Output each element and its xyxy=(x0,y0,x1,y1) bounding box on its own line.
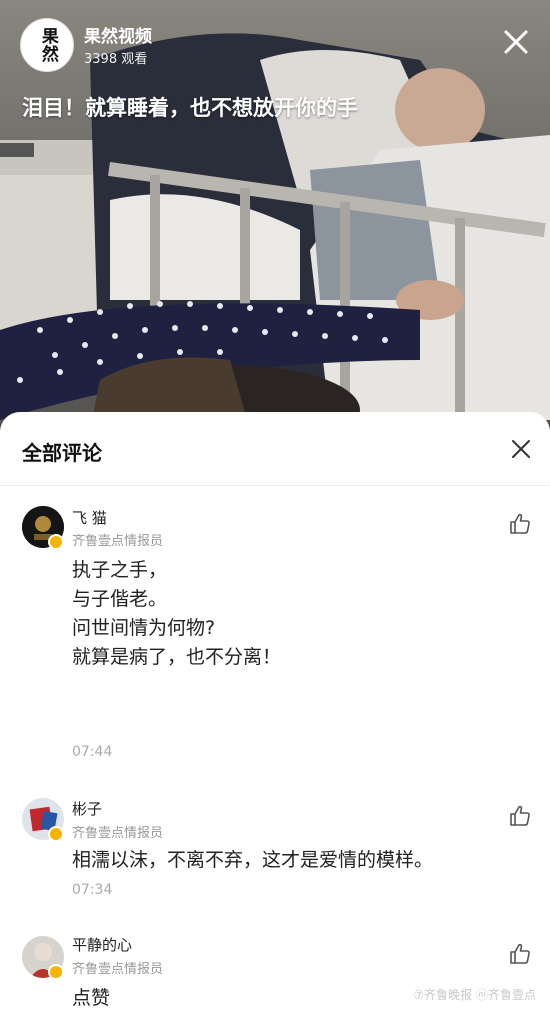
comment-line: 执子之手， xyxy=(72,559,168,581)
close-icon[interactable] xyxy=(510,438,532,460)
watermark: ⑦齐鲁晚报 ⓜ齐鲁壹点 xyxy=(413,988,536,1002)
verified-badge xyxy=(48,964,64,980)
verified-badge xyxy=(48,534,64,550)
thumbs-up-icon[interactable] xyxy=(508,942,532,966)
comment-role: 齐鲁壹点情报员 xyxy=(72,962,164,977)
comment-time: 07:44 xyxy=(72,744,113,760)
comment-item: 平静的心 齐鲁壹点情报员 点赞 xyxy=(0,932,550,1019)
comment-time: 07:34 xyxy=(72,882,113,898)
comment-text: 相濡以沫，不离不弃，这才是爱情的模样。 xyxy=(72,846,433,875)
comment-line: 与子偕老。 xyxy=(72,588,168,610)
channel-name[interactable]: 果然视频 xyxy=(84,22,152,47)
comment-item: 飞 猫 齐鲁壹点情报员 执子之手， 与子偕老。 问世间情为何物? 就算是病了，也… xyxy=(0,500,550,770)
comment-role: 齐鲁壹点情报员 xyxy=(72,534,164,549)
video-player[interactable]: 果然 果然视频 3398 观看 泪目！就算睡着，也不想放开你的手 xyxy=(0,0,550,430)
comment-line: 问世间情为何物? xyxy=(72,617,216,639)
comments-title: 全部评论 xyxy=(22,441,102,465)
logo-text: 果然 xyxy=(37,27,58,63)
comment-line: 相濡以沫，不离不弃，这才是爱情的模样。 xyxy=(72,849,434,871)
comment-author[interactable]: 平静的心 xyxy=(72,934,132,955)
video-title: 泪目！就算睡着，也不想放开你的手 xyxy=(22,96,358,120)
comment-text: 执子之手， 与子偕老。 问世间情为何物? 就算是病了，也不分离！ xyxy=(72,556,281,672)
verified-badge xyxy=(48,826,64,842)
channel-logo[interactable]: 果然 xyxy=(20,18,74,72)
video-header: 果然 果然视频 3398 观看 xyxy=(0,0,550,90)
comment-author[interactable]: 飞 猫 xyxy=(72,507,107,528)
comment-item: 彬子 齐鲁壹点情报员 相濡以沫，不离不弃，这才是爱情的模样。 07:34 xyxy=(0,794,550,914)
close-icon[interactable] xyxy=(500,26,532,58)
comment-line: 点赞 xyxy=(72,987,111,1009)
view-count: 3398 观看 xyxy=(84,52,148,67)
comment-author[interactable]: 彬子 xyxy=(72,798,102,819)
comments-panel: 全部评论 飞 猫 齐鲁壹点情报员 执子之手， 与子偕老。 问世间情为何物? 就算… xyxy=(0,412,550,1019)
thumbs-up-icon[interactable] xyxy=(508,804,532,828)
comments-header: 全部评论 xyxy=(0,412,550,486)
comment-line: 就算是病了，也不分离！ xyxy=(72,646,282,668)
comment-text: 点赞 xyxy=(72,984,110,1013)
thumbs-up-icon[interactable] xyxy=(508,512,532,536)
comment-role: 齐鲁壹点情报员 xyxy=(72,826,164,841)
